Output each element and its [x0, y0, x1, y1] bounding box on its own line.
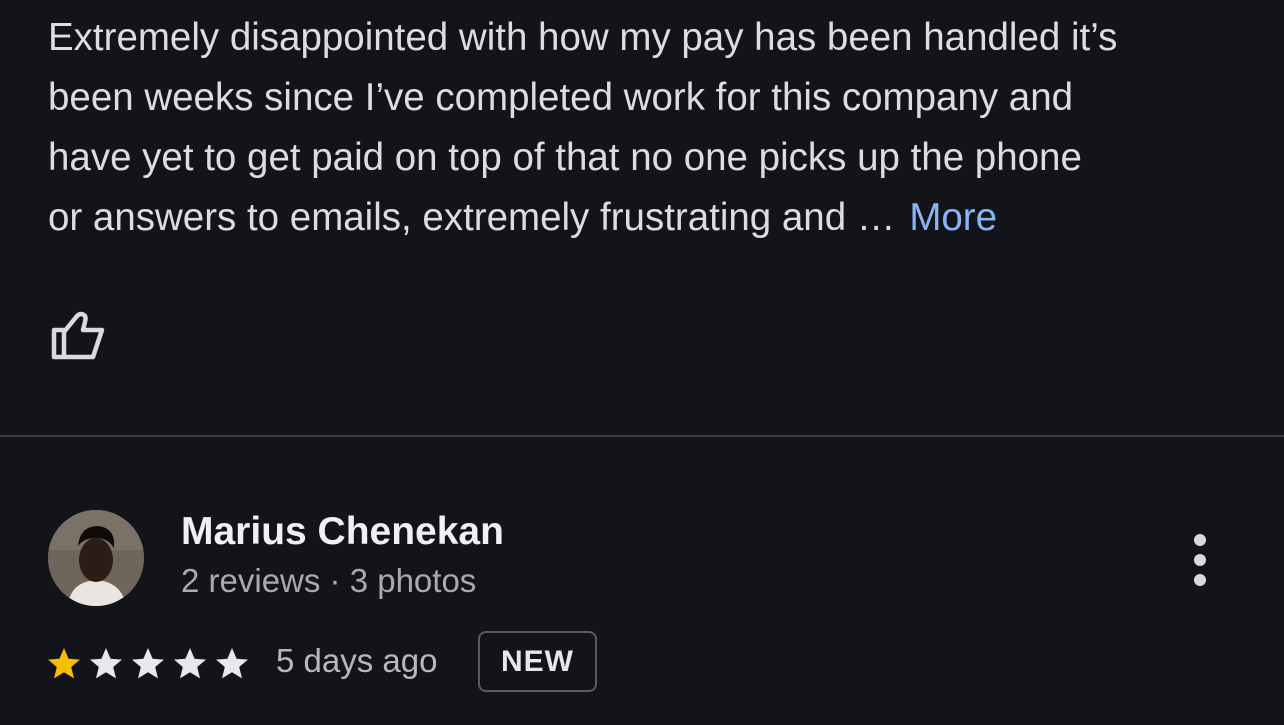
reviews-page: Extremely disappointed with how my pay h…	[0, 0, 1284, 725]
like-button[interactable]	[48, 306, 108, 366]
new-badge: NEW	[478, 631, 597, 692]
more-options-button[interactable]	[1180, 528, 1220, 592]
star-rating	[46, 642, 256, 686]
reviewer-name[interactable]: Marius Chenekan	[181, 510, 504, 554]
review-date: 5 days ago	[276, 642, 438, 679]
review-text-line: Extremely disappointed with how my pay h…	[48, 16, 1118, 59]
star-filled-icon	[48, 648, 80, 679]
review-text-fragment: or answers to emails, extremely frustrat…	[48, 196, 896, 239]
more-link[interactable]: More	[909, 196, 997, 239]
menu-dot	[1194, 534, 1206, 546]
avatar-photo	[48, 510, 144, 606]
review-text-line: have yet to get paid on top of that no o…	[48, 136, 1082, 179]
menu-dot	[1194, 554, 1206, 566]
menu-dot	[1194, 574, 1206, 586]
review-text-line: been weeks since I’ve completed work for…	[48, 76, 1074, 119]
avatar[interactable]	[48, 510, 144, 606]
star-empty-icon	[216, 648, 248, 679]
review-body: Extremely disappointed with how my pay h…	[48, 8, 1248, 248]
star-empty-icon	[132, 648, 164, 679]
reviewer-meta: 2 reviews · 3 photos	[181, 562, 477, 599]
review-divider	[0, 435, 1284, 437]
review-text-line-last: or answers to emails, extremely frustrat…	[48, 188, 1248, 248]
star-empty-icon	[90, 648, 122, 679]
thumbs-up-icon	[51, 311, 105, 360]
star-empty-icon	[174, 648, 206, 679]
